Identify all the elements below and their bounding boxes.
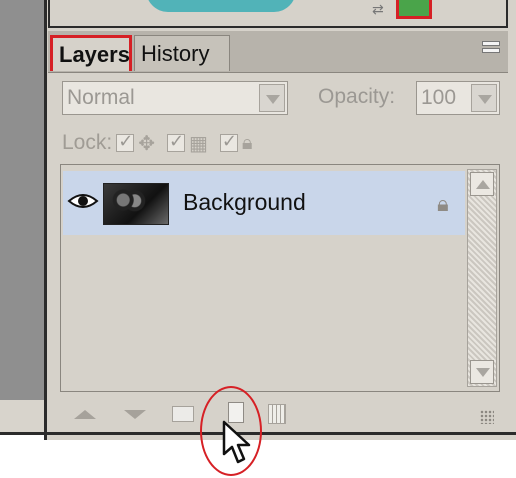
tab-history[interactable]: History [134,35,230,71]
layer-toolbar [60,396,500,430]
opacity-dropdown-icon[interactable] [471,84,497,112]
scroll-down-button[interactable] [470,360,494,384]
lock-transparency-checkbox[interactable] [166,131,185,152]
layer-name: Background [183,189,306,215]
background-color-swatch[interactable] [396,0,432,19]
resize-grip[interactable] [480,410,494,424]
blend-mode-select[interactable]: Normal [62,81,288,115]
arrow-up-icon[interactable] [74,410,96,419]
lock-position-checkbox[interactable] [116,131,135,152]
scroll-up-button[interactable] [470,172,494,196]
lock-row: Lock: ✥ ▦ 🔒︎ [62,128,362,158]
lock-label: Lock: [62,131,113,154]
layer-row[interactable]: Background 🔒︎ [63,171,465,235]
layers-scrollbar[interactable] [467,169,497,387]
eye-icon[interactable] [67,189,99,213]
trash-icon[interactable] [268,404,286,424]
opacity-field[interactable]: 100 [416,81,500,115]
lock-icon: 🔒︎ [241,131,253,154]
canvas-background [0,0,44,400]
blend-mode-value: Normal [67,86,135,109]
tab-layers[interactable]: Layers [50,35,132,71]
panel-tab-bar: Layers History [48,31,508,73]
blend-mode-dropdown-icon[interactable] [259,84,285,112]
move-icon: ✥ [138,132,155,155]
lock-all-checkbox[interactable] [219,131,238,152]
canvas-strip [0,400,44,432]
layers-list: Background 🔒︎ [60,164,500,392]
arrow-down-icon[interactable] [124,410,146,419]
color-panel: ⇄ [48,0,508,28]
transparency-icon: ▦ [188,132,208,155]
mouse-pointer-icon [222,420,252,466]
layer-thumbnail [103,183,169,225]
panel-menu-icon[interactable] [482,41,500,57]
opacity-value: 100 [421,86,457,109]
folder-icon[interactable] [172,406,194,422]
swap-colors-icon[interactable]: ⇄ [372,2,392,16]
lock-icon: 🔒︎ [437,191,449,216]
opacity-label: Opacity: [318,85,396,108]
color-wheel-fragment [146,0,296,12]
